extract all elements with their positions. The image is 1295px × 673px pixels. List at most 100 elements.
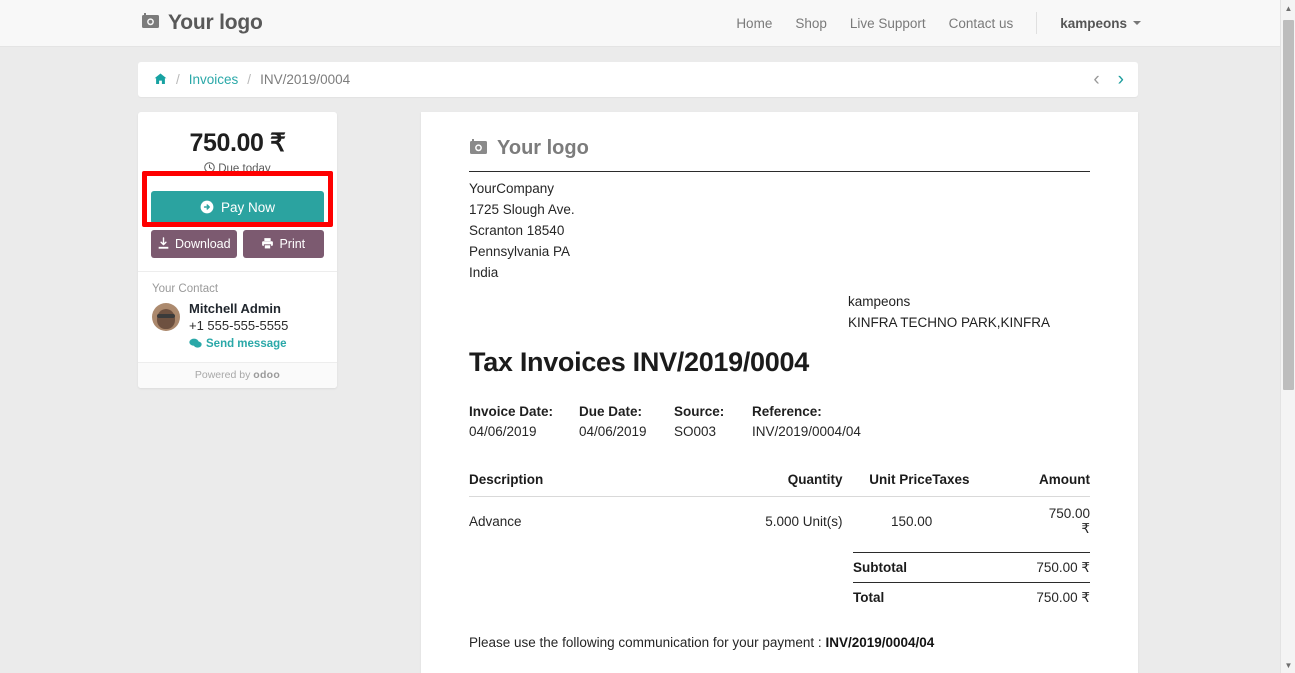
meta-label: Source: [674, 404, 725, 419]
browser-viewport: Your logo Home Shop Live Support Contact… [0, 0, 1295, 673]
pay-now-button[interactable]: Pay Now [151, 191, 324, 224]
invoice-document: Your logo YourCompany 1725 Slough Ave. S… [421, 112, 1138, 673]
meta-source: Source: SO003 [674, 404, 752, 439]
scroll-up-arrow-icon[interactable]: ▲ [1281, 0, 1295, 16]
customer-address-line: KINFRA TECHNO PARK,KINFRA [848, 315, 1051, 330]
send-message-link[interactable]: Send message [189, 338, 288, 351]
meta-invoice-date: Invoice Date: 04/06/2019 [469, 404, 579, 439]
invoice-logo-text: Your logo [497, 137, 589, 159]
invoice-lines-table: Description Quantity Unit Price Taxes Am… [469, 472, 1090, 537]
table-body: Advance 5.000 Unit(s) 150.00 750.00 ₹ [469, 497, 1090, 538]
cell-taxes [932, 497, 1039, 538]
customer-name: kampeons [848, 294, 911, 309]
due-status-label: Due today [218, 163, 271, 175]
caret-down-icon [1133, 21, 1141, 25]
home-icon[interactable] [154, 73, 167, 87]
meta-label: Due Date: [579, 404, 643, 419]
totals-row-total: Total 750.00 ₹ [853, 582, 1090, 612]
chevron-left-icon[interactable]: ‹ [1093, 70, 1099, 89]
cell-unit-price: 150.00 [890, 514, 933, 529]
meta-due-date: Due Date: 04/06/2019 [579, 404, 674, 439]
payment-sidebar-card: 750.00 ₹ Due today Pay Now Download Prin… [138, 112, 337, 388]
download-button[interactable]: Download [151, 230, 237, 258]
camera-icon [141, 12, 160, 34]
document-actions: Download Print [138, 224, 337, 271]
nav-link-contact-us[interactable]: Contact us [949, 16, 1014, 31]
camera-icon [469, 138, 488, 160]
total-label: Total [853, 590, 885, 605]
company-name: YourCompany [469, 181, 555, 196]
avatar-glasses [157, 314, 175, 318]
user-menu[interactable]: kampeons [1036, 12, 1141, 34]
site-logo[interactable]: Your logo [141, 11, 263, 35]
payment-communication-text: Please use the following communication f… [469, 635, 826, 650]
table-header-row: Description Quantity Unit Price Taxes Am… [469, 472, 1090, 497]
page-scrollbar[interactable]: ▲ ▼ [1280, 0, 1295, 673]
user-menu-label: kampeons [1060, 15, 1127, 31]
powered-by-prefix: Powered by [194, 368, 251, 381]
column-header-quantity: Quantity [701, 472, 843, 497]
printer-icon [261, 237, 274, 251]
column-header-description: Description [469, 472, 702, 497]
column-header-taxes: Taxes [932, 472, 1039, 497]
breadcrumb-separator-2: / [247, 72, 252, 87]
download-label: Download [175, 237, 231, 251]
breadcrumb-bar: / Invoices / INV/2019/0004 ‹ › [138, 62, 1138, 97]
customer-address: kampeons KINFRA TECHNO PARK,KINFRA [848, 291, 1090, 333]
nav-link-shop[interactable]: Shop [795, 16, 827, 31]
contact-name: Mitchell Admin [189, 301, 281, 316]
contact-section-title: Your Contact [152, 283, 219, 295]
scrollbar-thumb[interactable] [1283, 20, 1294, 390]
invoice-amount-due: 750.00 ₹ [189, 129, 286, 157]
clock-icon [204, 162, 218, 175]
top-navbar: Your logo Home Shop Live Support Contact… [0, 0, 1280, 47]
contact-section: Your Contact Mitchell Admin +1 555-555-5… [138, 271, 337, 362]
avatar-face [157, 309, 175, 329]
odoo-logo-text: odoo [253, 368, 281, 381]
arrow-circle-right-icon [200, 200, 214, 215]
breadcrumb-separator-1: / [176, 72, 180, 87]
meta-value: 04/06/2019 [469, 424, 537, 439]
meta-value: INV/2019/0004/04 [752, 424, 861, 439]
scroll-down-arrow-icon[interactable]: ▼ [1281, 657, 1295, 673]
powered-by: Powered by odoo [138, 361, 337, 388]
due-status: Due today [138, 162, 337, 175]
print-label: Print [279, 237, 306, 251]
print-button[interactable]: Print [242, 230, 324, 258]
company-street: 1725 Slough Ave. [469, 202, 575, 217]
primary-nav: Home Shop Live Support Contact us kampeo… [736, 12, 1141, 34]
nav-link-live-support[interactable]: Live Support [850, 16, 926, 31]
company-city: Scranton 18540 [469, 223, 565, 238]
pay-now-wrap: Pay Now [138, 175, 337, 224]
column-header-unit-price: Unit Price [842, 472, 933, 497]
meta-label: Invoice Date: [469, 404, 554, 419]
chevron-right-icon[interactable]: › [1118, 70, 1124, 89]
invoice-logo: Your logo [469, 128, 1090, 171]
record-pager: ‹ › [1093, 70, 1124, 89]
contact-phone: +1 555-555-5555 [189, 318, 289, 334]
subtotal-value: 750.00 ₹ [1036, 560, 1090, 575]
cell-quantity: 5.000 Unit(s) [765, 514, 843, 529]
company-address: YourCompany 1725 Slough Ave. Scranton 18… [469, 172, 1090, 283]
payment-communication: Please use the following communication f… [469, 635, 1090, 650]
meta-label: Reference: [752, 404, 822, 419]
breadcrumb-link-invoices[interactable]: Invoices [189, 72, 239, 87]
payment-communication-reference: INV/2019/0004/04 [825, 635, 935, 650]
meta-value: SO003 [674, 424, 717, 439]
cell-description: Advance [469, 514, 522, 529]
total-value: 750.00 ₹ [1036, 590, 1090, 605]
invoice-totals: Subtotal 750.00 ₹ Total 750.00 ₹ [853, 552, 1090, 612]
avatar [152, 303, 180, 331]
table-head: Description Quantity Unit Price Taxes Am… [469, 472, 1090, 497]
meta-reference: Reference: INV/2019/0004/04 [752, 404, 861, 439]
page-title: Tax Invoices INV/2019/0004 [469, 347, 809, 377]
invoice-meta: Invoice Date: 04/06/2019 Due Date: 04/06… [469, 404, 1090, 439]
site-logo-text: Your logo [168, 11, 263, 34]
cell-amount: 750.00 ₹ [1048, 506, 1090, 536]
table-row: Advance 5.000 Unit(s) 150.00 750.00 ₹ [469, 497, 1090, 538]
download-icon [157, 237, 170, 251]
subtotal-label: Subtotal [853, 560, 907, 575]
company-state: Pennsylvania PA [469, 244, 571, 259]
pay-now-label: Pay Now [220, 200, 276, 215]
nav-link-home[interactable]: Home [736, 16, 772, 31]
